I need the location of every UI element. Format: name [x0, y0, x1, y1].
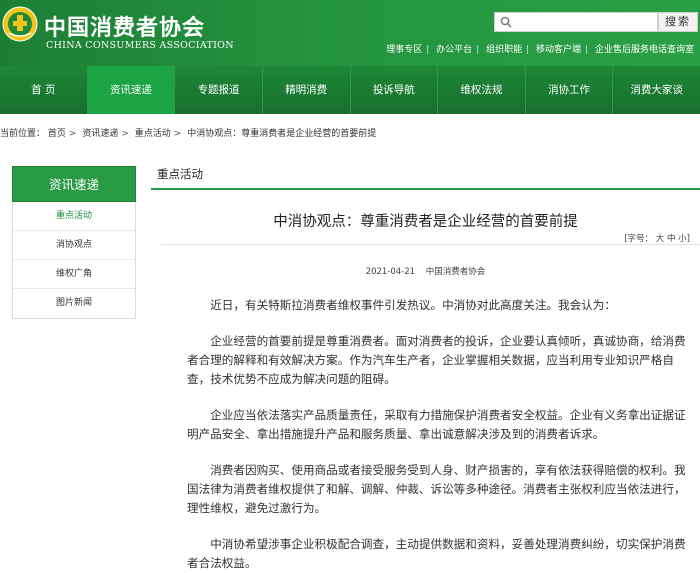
nav-consumer-forum[interactable]: 消费大家谈: [613, 66, 700, 114]
top-link-mobile[interactable]: 移动客户端: [532, 45, 585, 55]
nav-smart-consumption[interactable]: 精明消费: [263, 66, 351, 114]
main-nav: 首 页 资讯速递 专题报道 精明消费 投诉导航 维权法规 消协工作 消费大家谈: [0, 66, 700, 114]
top-link-council[interactable]: 理事专区: [382, 45, 426, 55]
breadcrumb-current: 中消协观点：尊重消费者是企业经营的首要前提: [187, 129, 377, 139]
article-paragraph: 近日，有关特斯拉消费者维权事件引发热议。中消协对此高度关注。我会认为：: [210, 298, 616, 312]
article-body: 近日，有关特斯拉消费者维权事件引发热议。中消协对此高度关注。我会认为： 企业经营…: [187, 296, 687, 573]
nav-home[interactable]: 首 页: [0, 66, 88, 114]
breadcrumb-prefix: 当前位置：: [0, 129, 46, 139]
site-logo-title[interactable]: 中国消费者协会: [44, 10, 205, 42]
sidebar-list: 重点活动 消协观点 维权广角 图片新闻: [12, 202, 136, 319]
article-paragraph: 消费者因购买、使用商品或者接受服务受到人身、财产损害的，享有依法获得赔偿的权利。…: [187, 463, 686, 515]
nav-regulations[interactable]: 维权法规: [438, 66, 526, 114]
article-paragraph: 企业经营的首要前提是尊重消费者。面对消费者的投诉，企业要认真倾听，真诚协商，给消…: [187, 334, 686, 386]
breadcrumb: 当前位置： 首页 > 资讯速递 > 重点活动 > 中消协观点：尊重消费者是企业经营的首…: [0, 129, 377, 139]
article-date: 2021-04-21: [365, 267, 416, 277]
sidebar: 资讯速递 重点活动 消协观点 维权广角 图片新闻: [12, 166, 136, 319]
sidebar-item-key-activities[interactable]: 重点活动: [13, 202, 135, 231]
font-size-small[interactable]: 小: [678, 234, 687, 244]
breadcrumb-news[interactable]: 资讯速递: [82, 129, 118, 139]
top-link-aftersales[interactable]: 企业售后服务电话查询室: [591, 45, 698, 55]
search-icon: [500, 16, 512, 28]
sidebar-item-photo-news[interactable]: 图片新闻: [13, 289, 135, 318]
font-size-label: [字号：: [624, 234, 654, 244]
font-size-control: [字号： 大 中 小]: [624, 232, 690, 244]
article-meta: 2021-04-21 中国消费者协会: [151, 265, 700, 277]
article-source: 中国消费者协会: [425, 267, 486, 277]
article-title: 中消协观点：尊重消费者是企业经营的首要前提: [273, 214, 578, 230]
nav-special[interactable]: 专题报道: [175, 66, 263, 114]
sidebar-title: 资讯速递: [12, 166, 136, 202]
sidebar-item-viewpoints[interactable]: 消协观点: [13, 231, 135, 260]
site-header: 中国消费者协会 CHINA CONSUMERS ASSOCIATION 搜索 理…: [0, 0, 700, 66]
sidebar-item-rights[interactable]: 维权广角: [13, 260, 135, 289]
breadcrumb-key-activities[interactable]: 重点活动: [135, 129, 171, 139]
main-content: 重点活动 中消协观点：尊重消费者是企业经营的首要前提 [字号： 大 中 小] 2…: [151, 160, 700, 570]
logo-emblem-icon[interactable]: [2, 6, 38, 42]
nav-complaint-guide[interactable]: 投诉导航: [351, 66, 439, 114]
title-divider: [161, 244, 700, 245]
top-link-org[interactable]: 组织职能: [482, 45, 526, 55]
breadcrumb-home[interactable]: 首页: [48, 129, 66, 139]
font-size-medium[interactable]: 中: [667, 234, 676, 244]
font-size-end: ]: [686, 234, 690, 244]
nav-news[interactable]: 资讯速递: [87, 66, 176, 114]
nav-association-work[interactable]: 消协工作: [526, 66, 614, 114]
article-paragraph: 企业应当依法落实产品质量责任，采取有力措施保护消费者安全权益。企业有义务拿出证据…: [187, 408, 686, 441]
search-button[interactable]: 搜索: [658, 12, 698, 32]
article-paragraph: 中消协希望涉事企业积极配合调查，主动提供数据和资料，妥善处理消费纠纷，切实保护消…: [187, 537, 686, 570]
section-title: 重点活动: [151, 160, 700, 190]
site-logo-subtitle: CHINA CONSUMERS ASSOCIATION: [46, 40, 234, 51]
font-size-large[interactable]: 大: [656, 234, 665, 244]
search-input[interactable]: [494, 12, 658, 32]
top-link-office[interactable]: 办公平台: [432, 45, 476, 55]
top-links: 理事专区 | 办公平台 | 组织职能 | 移动客户端 | 企业售后服务电话查询室: [382, 42, 698, 55]
